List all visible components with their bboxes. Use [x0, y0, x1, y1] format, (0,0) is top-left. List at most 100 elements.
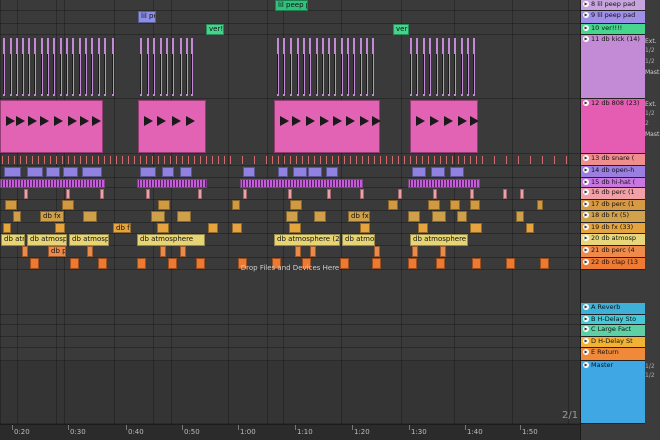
fold-icon[interactable]: ▶ [583, 259, 589, 265]
track-header-t14[interactable]: ▶ 14 db open-h [581, 166, 645, 178]
fold-icon[interactable]: ▶ [583, 326, 589, 332]
fold-icon[interactable]: ▶ [583, 224, 589, 230]
clip-t18[interactable] [516, 211, 524, 222]
clip-t16[interactable] [433, 189, 437, 199]
track-header-rc[interactable]: ▶ C Large Fact [581, 325, 645, 337]
clip-t14[interactable] [278, 167, 288, 177]
clip-t16[interactable] [398, 189, 402, 199]
track-lane-rc[interactable] [0, 325, 580, 337]
clip-t19[interactable] [360, 223, 370, 233]
clip-t19[interactable]: db fx [113, 223, 131, 233]
clip-t8[interactable]: lil peep pad [275, 0, 308, 11]
fold-icon[interactable]: ▶ [583, 338, 589, 344]
track-lane-ra[interactable] [0, 303, 580, 315]
fold-icon[interactable]: ▶ [583, 1, 589, 7]
clip-t14[interactable] [431, 167, 445, 177]
clip-t15[interactable] [0, 179, 105, 188]
track-header-t12[interactable]: ▶ 12 db 808 (23) [581, 99, 645, 154]
clip-t12[interactable] [138, 100, 206, 153]
fold-icon[interactable]: ▶ [583, 362, 589, 368]
clip-t18[interactable]: db fx [348, 211, 370, 222]
clip-t12[interactable] [410, 100, 478, 153]
fold-icon[interactable]: ▶ [583, 349, 589, 355]
clip-t16[interactable] [360, 189, 364, 199]
track-header-t16[interactable]: ▶ 16 db perc (1 [581, 188, 645, 200]
clip-t19[interactable] [55, 223, 65, 233]
clip-t15[interactable] [240, 179, 363, 188]
fold-icon[interactable]: ▶ [583, 316, 589, 322]
clip-t14[interactable] [162, 167, 174, 177]
clip-t16[interactable] [198, 189, 202, 199]
track-lane-master[interactable] [0, 361, 580, 424]
clip-t21[interactable] [412, 246, 418, 257]
clip-t21[interactable] [87, 246, 93, 257]
clip-t12[interactable] [274, 100, 380, 153]
clip-t17[interactable] [450, 200, 460, 210]
clip-t16[interactable] [66, 189, 70, 199]
clip-t14[interactable] [27, 167, 43, 177]
fold-icon[interactable]: ▶ [583, 201, 589, 207]
drop-files-hint[interactable]: Drop Files and Devices Here [0, 264, 580, 272]
clip-t21[interactable] [295, 246, 301, 257]
clip-t16[interactable] [288, 189, 292, 199]
clip-t16[interactable] [24, 189, 28, 199]
time-ruler[interactable]: 0:20 0:30 0:40 0:50 1:00 1:10 1:20 1:30 1:40 1:50 [0, 424, 580, 440]
clip-t20[interactable]: db atmosph [69, 234, 109, 246]
track-header-rd[interactable]: ▶ D H-Delay St [581, 337, 645, 348]
clip-t21[interactable] [22, 246, 28, 257]
clip-t19[interactable] [470, 223, 482, 233]
clip-t17[interactable] [5, 200, 17, 210]
track-header-t11[interactable]: ▶ 11 db kick (14) [581, 35, 645, 99]
track-header-re[interactable]: ▶ E Return [581, 348, 645, 361]
clip-t19[interactable] [3, 223, 11, 233]
clip-t18[interactable] [286, 211, 298, 222]
fold-icon[interactable]: ▶ [583, 155, 589, 161]
clip-t14[interactable] [450, 167, 464, 177]
clip-t20[interactable]: db atmosphere (2) [274, 234, 340, 246]
clip-t14[interactable] [326, 167, 338, 177]
track-header-t20[interactable]: ▶ 20 db atmosp [581, 234, 645, 246]
clip-t14[interactable] [243, 167, 255, 177]
track-header-t9[interactable]: ▶ 9 lil peep pad [581, 11, 645, 24]
clip-t17[interactable] [232, 200, 240, 210]
clip-t21[interactable]: db pe [48, 246, 66, 257]
clip-t16[interactable] [243, 189, 247, 199]
clip-t18[interactable] [457, 211, 467, 222]
clip-t19[interactable] [526, 223, 534, 233]
track-header-t13[interactable]: ▶ 13 db snare ( [581, 154, 645, 166]
clip-t21[interactable] [310, 246, 316, 257]
fold-icon[interactable]: ▶ [583, 179, 589, 185]
track-header-t22[interactable]: ▶ 22 db clap (13 [581, 258, 645, 270]
fold-icon[interactable]: ▶ [583, 36, 589, 42]
clip-t16[interactable] [470, 189, 474, 199]
clip-t16[interactable] [520, 189, 524, 199]
clip-t18[interactable] [83, 211, 97, 222]
track-lane-re[interactable] [0, 348, 580, 361]
track-lane-t9[interactable] [0, 11, 580, 24]
clip-t12[interactable] [0, 100, 103, 153]
clip-t20[interactable]: db atm [1, 234, 25, 246]
clip-t17[interactable] [537, 200, 543, 210]
fold-icon[interactable]: ▶ [583, 25, 589, 31]
arrangement-view[interactable]: lil peep pad lil pee ver!!! ver!!! db fx db f… [0, 0, 580, 440]
fold-icon[interactable]: ▶ [583, 212, 589, 218]
track-header-rb[interactable]: ▶ B H-Delay Sto [581, 315, 645, 325]
clip-t16[interactable] [327, 189, 331, 199]
clip-t21[interactable] [180, 246, 186, 257]
fold-icon[interactable]: ▶ [583, 304, 589, 310]
track-lane-rd[interactable] [0, 337, 580, 348]
clip-t18[interactable] [151, 211, 165, 222]
clip-t16[interactable] [146, 189, 150, 199]
track-header-master[interactable]: ▶ Master [581, 361, 645, 424]
clip-t15[interactable] [408, 179, 480, 188]
clip-t14[interactable] [140, 167, 156, 177]
fold-icon[interactable]: ▶ [583, 100, 589, 106]
clip-t10[interactable]: ver!!! [206, 24, 224, 35]
track-header-ra[interactable]: ▶ A Reverb [581, 303, 645, 315]
clip-t14[interactable] [412, 167, 426, 177]
clip-t16[interactable] [503, 189, 507, 199]
clip-t18[interactable] [408, 211, 420, 222]
clip-t18[interactable]: db fx [40, 211, 64, 222]
clip-t14[interactable] [4, 167, 21, 177]
clip-t20[interactable]: db atmospher [27, 234, 67, 246]
